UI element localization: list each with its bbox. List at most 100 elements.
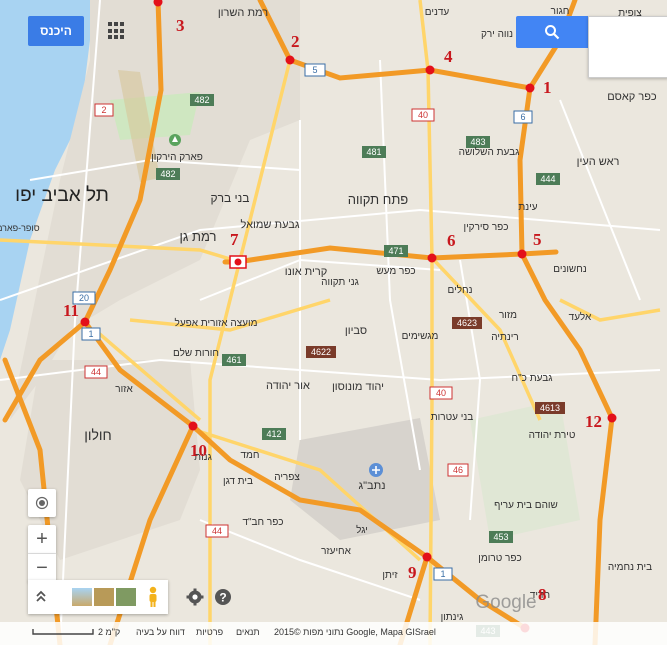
svg-text:44: 44 [212, 526, 222, 536]
town-label: סביון [345, 325, 367, 337]
city-label: פתח תקווה [348, 192, 409, 207]
town-label: כפר טרומן [478, 553, 521, 564]
town-label: בית נחמיה [608, 562, 652, 573]
airport-icon [369, 463, 383, 477]
svg-text:12: 12 [585, 412, 602, 431]
town-label: טירת יהודה [529, 430, 576, 441]
route-shield: 412 [262, 428, 286, 440]
svg-text:4623: 4623 [457, 318, 477, 328]
town-label: יהוד מונוסון [332, 381, 384, 393]
google-watermark: Google [475, 592, 536, 613]
map-canvas[interactable]: 5 482 482 2 40 483 481 6 444 471 20 1 44… [0, 0, 667, 645]
town-label: חורות שלם [173, 347, 219, 359]
green-area-east [470, 400, 580, 540]
town-label: רינתיה [491, 332, 518, 343]
svg-text:9: 9 [408, 563, 417, 582]
report-problem-link[interactable]: דווח על בעיה [136, 627, 185, 637]
town-label: בני עטרות [431, 412, 473, 423]
svg-text:483: 483 [470, 137, 485, 147]
town-label: גבעת שמואל [240, 218, 299, 231]
town-label: עדנים [425, 7, 450, 18]
svg-text:5: 5 [533, 230, 542, 249]
zoom-out-button[interactable]: − [28, 554, 56, 582]
route-shield: 1 [433, 567, 453, 581]
bottom-controls: ? [28, 580, 242, 614]
search-input[interactable] [588, 16, 667, 78]
svg-text:444: 444 [540, 174, 555, 184]
town-label: חמד [241, 450, 260, 461]
zoom-in-button[interactable]: + [28, 525, 56, 554]
my-location-icon [35, 496, 49, 510]
town-label: גבעת השלושה [459, 146, 520, 158]
search-panel [516, 16, 667, 78]
svg-text:453: 453 [493, 532, 508, 542]
city-label: חולון [84, 427, 112, 443]
route-shield: 5 [304, 63, 326, 77]
svg-text:?: ? [219, 591, 226, 605]
map-footer: 2 ק"מ דווח על בעיה פרטיות תנאים נתוני מפ… [0, 622, 667, 645]
town-label: עינת [518, 202, 537, 213]
svg-text:40: 40 [418, 110, 428, 120]
svg-text:3: 3 [176, 16, 185, 35]
svg-text:40: 40 [436, 388, 446, 398]
town-label: גני תקווה [321, 277, 359, 288]
help-icon[interactable]: ? [214, 588, 232, 606]
svg-text:44: 44 [91, 367, 101, 377]
earth-thumbnail[interactable] [116, 588, 136, 606]
satellite-thumbnail[interactable] [72, 588, 92, 606]
town-label: כפר מעש [376, 266, 415, 277]
town-label: כפר סירקין [463, 222, 508, 233]
svg-text:471: 471 [388, 246, 403, 256]
town-label: מגשימים [402, 331, 439, 342]
route-shield: 482 [190, 94, 214, 106]
svg-text:482: 482 [194, 95, 209, 105]
svg-text:6: 6 [520, 112, 525, 122]
svg-text:6: 6 [447, 231, 456, 250]
park-label: פארק הירקון [151, 152, 203, 163]
poi-label: סופר-פארם [0, 223, 40, 233]
svg-text:1: 1 [440, 569, 445, 579]
attribution-text: נתוני מפות ©2015 Google, Mapa GISrael [274, 627, 436, 637]
town-label: יגל [356, 524, 368, 536]
town-label: אור יהודה [266, 380, 310, 392]
route-shield: 6 [513, 110, 533, 124]
svg-text:481: 481 [366, 147, 381, 157]
route-shield: 44 [205, 524, 229, 538]
search-button[interactable] [516, 16, 588, 48]
svg-text:11: 11 [63, 301, 79, 320]
city-label: בני ברק [211, 191, 250, 205]
svg-text:7: 7 [230, 230, 239, 249]
route-shield: 2 [94, 103, 114, 117]
town-label: כפר קאסם [607, 91, 657, 103]
city-label: רמת השרון [218, 7, 268, 19]
route-shield: 482 [156, 168, 180, 180]
svg-text:4622: 4622 [311, 347, 331, 357]
layers-panel[interactable] [28, 580, 168, 614]
town-label: אזור [115, 384, 133, 395]
svg-text:412: 412 [266, 429, 281, 439]
park-icon [169, 134, 181, 146]
town-label: נחלים [448, 284, 473, 296]
my-location-button[interactable] [28, 489, 56, 517]
search-icon [545, 25, 560, 40]
gear-icon[interactable] [186, 588, 204, 606]
apps-grid-icon[interactable] [108, 22, 126, 40]
town-label: נווה ירק [481, 29, 513, 40]
svg-text:1: 1 [88, 329, 93, 339]
route-shield: 461 [222, 354, 246, 366]
signin-button[interactable]: היכנס [28, 16, 84, 46]
town-label: זיתן [382, 570, 398, 581]
town-label: אחיעזר [321, 546, 352, 557]
svg-text:20: 20 [79, 293, 89, 303]
expand-layers-icon[interactable] [34, 588, 48, 606]
svg-text:8: 8 [538, 585, 547, 604]
svg-text:5: 5 [312, 65, 317, 75]
privacy-link[interactable]: פרטיות [196, 627, 223, 637]
svg-text:1: 1 [543, 78, 552, 97]
route-shield: 4622 [306, 346, 336, 358]
svg-text:4613: 4613 [540, 403, 560, 413]
terms-link[interactable]: תנאים [236, 627, 260, 637]
terrain-thumbnail[interactable] [94, 588, 114, 606]
scale-bar [32, 629, 94, 635]
street-view-pegman-icon[interactable] [146, 586, 160, 608]
